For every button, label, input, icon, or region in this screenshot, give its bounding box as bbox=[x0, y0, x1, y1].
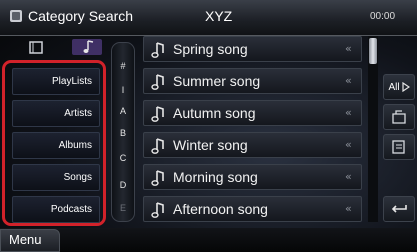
scrollbar[interactable] bbox=[368, 36, 378, 222]
category-label: PlayLists bbox=[51, 76, 92, 87]
music-file-icon bbox=[151, 74, 164, 90]
song-title: Winter song bbox=[173, 137, 248, 153]
index-letter[interactable]: E bbox=[112, 203, 134, 213]
music-file-icon bbox=[151, 42, 164, 58]
song-item[interactable]: Summer song « bbox=[143, 68, 362, 94]
music-file-icon bbox=[151, 106, 164, 122]
category-label: Songs bbox=[63, 172, 92, 183]
index-letter[interactable]: C bbox=[112, 153, 134, 163]
chevron-left-icon: « bbox=[345, 202, 352, 215]
bottom-bar bbox=[0, 228, 417, 252]
index-letter[interactable]: D bbox=[112, 180, 134, 190]
list-jump-icon bbox=[392, 140, 405, 154]
chevron-left-icon: « bbox=[345, 42, 352, 55]
index-letter[interactable]: A bbox=[112, 106, 134, 116]
song-item[interactable]: Afternoon song « bbox=[143, 196, 362, 222]
music-file-icon bbox=[151, 202, 164, 218]
back-button[interactable] bbox=[383, 196, 415, 222]
folder-up-icon bbox=[392, 110, 406, 124]
all-button[interactable]: All bbox=[383, 74, 415, 100]
all-label: All bbox=[388, 81, 400, 93]
category-item-albums[interactable]: Albums bbox=[12, 132, 100, 159]
folder-icon[interactable] bbox=[28, 39, 44, 55]
song-item[interactable]: Morning song « bbox=[143, 164, 362, 190]
category-item-artists[interactable]: Artists bbox=[12, 100, 100, 127]
chevron-left-icon: « bbox=[345, 170, 352, 183]
category-label: Artists bbox=[64, 108, 92, 119]
page-title: Category Search bbox=[28, 8, 134, 24]
chevron-left-icon: « bbox=[345, 74, 352, 87]
song-item[interactable]: Autumn song « bbox=[143, 100, 362, 126]
category-item-podcasts[interactable]: Podcasts bbox=[12, 196, 100, 223]
music-file-icon bbox=[151, 138, 164, 154]
chevron-left-icon: « bbox=[345, 138, 352, 151]
song-title: Autumn song bbox=[173, 105, 256, 121]
song-title: Afternoon song bbox=[173, 201, 268, 217]
scrollbar-thumb[interactable] bbox=[369, 38, 377, 64]
source-label: XYZ bbox=[205, 8, 233, 24]
music-file-icon bbox=[151, 170, 164, 186]
alphabet-index[interactable]: # I A B C D E bbox=[111, 42, 135, 222]
play-triangle-icon bbox=[401, 82, 410, 92]
chevron-left-icon: « bbox=[345, 106, 352, 119]
clock: 00:00 bbox=[370, 11, 396, 22]
category-list: PlayLists Artists Albums Songs Podcasts bbox=[2, 60, 106, 226]
song-item[interactable]: Spring song « bbox=[143, 36, 362, 62]
search-icon bbox=[10, 10, 22, 22]
category-label: Albums bbox=[58, 140, 92, 151]
song-item[interactable]: Winter song « bbox=[143, 132, 362, 158]
list-jump-button[interactable] bbox=[383, 134, 415, 160]
song-title: Summer song bbox=[173, 73, 261, 89]
category-item-songs[interactable]: Songs bbox=[12, 164, 100, 191]
category-label: Podcasts bbox=[50, 204, 92, 215]
category-item-playlists[interactable]: PlayLists bbox=[12, 68, 100, 95]
return-icon bbox=[391, 205, 407, 213]
music-note-icon[interactable] bbox=[72, 39, 102, 55]
index-letter[interactable]: I bbox=[112, 85, 134, 95]
index-letter[interactable]: # bbox=[112, 61, 134, 71]
song-title: Morning song bbox=[173, 169, 258, 185]
menu-button[interactable]: Menu bbox=[0, 229, 60, 252]
index-letter[interactable]: B bbox=[112, 128, 134, 138]
category-search-screen: Category Search XYZ 00:00 PlayLists Arti… bbox=[0, 0, 417, 252]
folder-up-button[interactable] bbox=[383, 104, 415, 130]
song-title: Spring song bbox=[173, 41, 248, 57]
title-bar: Category Search XYZ 00:00 bbox=[0, 0, 417, 36]
